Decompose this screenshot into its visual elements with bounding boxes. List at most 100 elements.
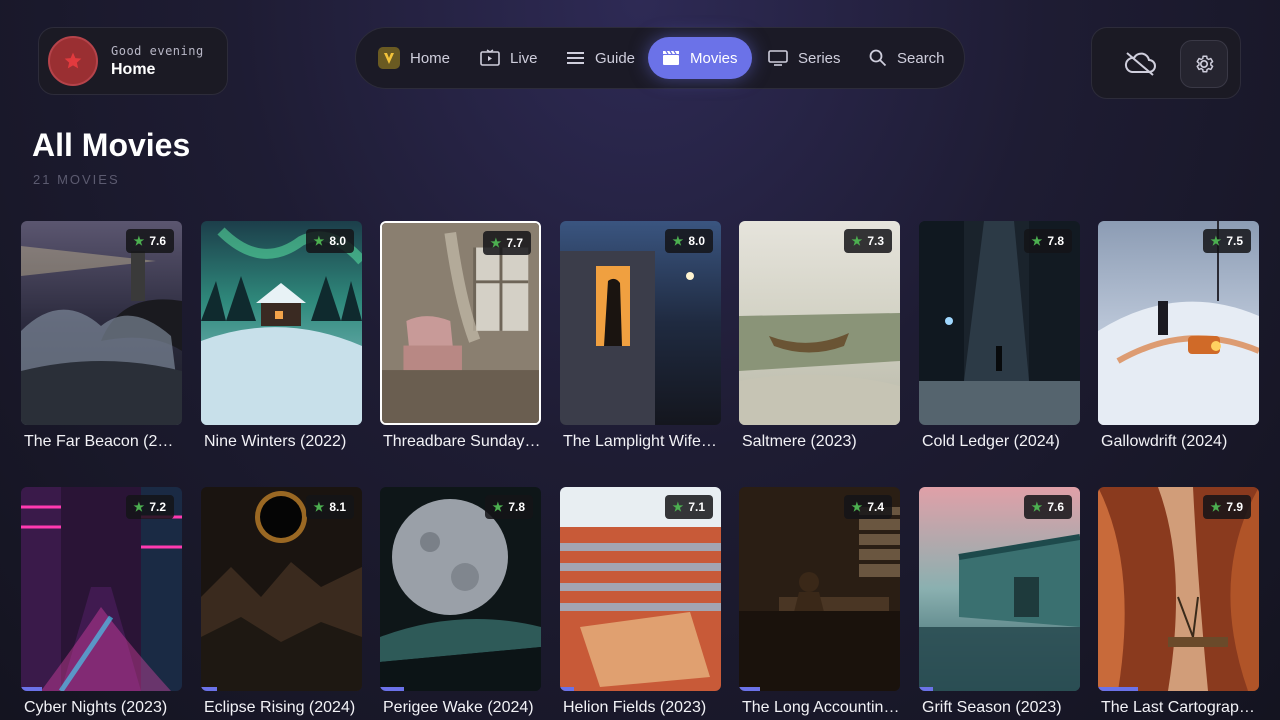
movie-poster: ★ 7.8 <box>919 221 1080 425</box>
settings-button[interactable] <box>1180 40 1228 88</box>
rating-badge: ★ 8.0 <box>305 229 354 253</box>
movie-card[interactable]: ★ 7.6 The Far Beacon (2023) <box>21 221 182 451</box>
rating-badge: ★ 7.6 <box>1023 495 1072 519</box>
star-icon: ★ <box>133 234 145 248</box>
nav-home[interactable]: Home <box>378 37 450 79</box>
nav-movies-label: Movies <box>690 49 738 67</box>
movie-card[interactable]: ★ 8.0 The Lamplight Wife (2023) <box>560 221 721 451</box>
star-icon: ★ <box>672 500 684 514</box>
rating-badge: ★ 7.9 <box>1202 495 1251 519</box>
profile-switcher[interactable]: Good evening Home <box>38 27 228 95</box>
movie-card[interactable]: ★ 7.2 Cyber Nights (2023) <box>21 487 182 717</box>
rating-badge: ★ 7.8 <box>484 495 533 519</box>
movie-title: Perigee Wake (2024) <box>383 699 534 716</box>
watch-progress <box>1098 687 1139 691</box>
rating-badge: ★ 7.7 <box>482 231 531 255</box>
movie-card[interactable]: ★ 7.8 Perigee Wake (2024) <box>380 487 541 717</box>
nav-guide-label: Guide <box>595 49 636 67</box>
nav-movies[interactable]: Movies <box>648 37 752 79</box>
nav-live[interactable]: Live <box>480 37 538 79</box>
nav-home-label: Home <box>410 49 451 67</box>
star-icon: ★ <box>672 234 684 248</box>
movie-poster: ★ 8.0 <box>560 221 721 425</box>
rating-badge: ★ 7.8 <box>1023 229 1072 253</box>
search-icon <box>869 49 887 67</box>
movie-card[interactable]: ★ 7.1 Helion Fields (2023) <box>560 487 721 717</box>
movie-title: Grift Season (2023) <box>922 699 1062 716</box>
rating-badge: ★ 7.5 <box>1202 229 1251 253</box>
movie-count: 21 MOVIES <box>33 172 120 187</box>
star-icon: ★ <box>851 500 863 514</box>
nav-search[interactable]: Search <box>869 37 945 79</box>
rating-badge: ★ 7.2 <box>125 495 174 519</box>
movie-poster: ★ 7.6 <box>919 487 1080 691</box>
movie-title: The Long Accounting (2023) <box>742 699 900 716</box>
sync-button[interactable] <box>1122 48 1158 80</box>
gear-icon <box>1196 55 1214 73</box>
watch-progress <box>201 687 218 691</box>
clapperboard-icon <box>663 50 679 65</box>
rating-value: 8.1 <box>329 500 346 514</box>
rating-value: 7.1 <box>688 500 705 514</box>
greeting-text: Good evening <box>111 43 204 58</box>
movie-poster: ★ 7.4 <box>739 487 900 691</box>
movie-poster: ★ 7.3 <box>739 221 900 425</box>
rating-badge: ★ 7.1 <box>664 495 713 519</box>
nav-series[interactable]: Series <box>768 37 841 79</box>
star-icon: ★ <box>133 500 145 514</box>
nav-search-label: Search <box>897 49 945 67</box>
rating-value: 8.0 <box>688 234 705 248</box>
tv-icon <box>480 49 500 66</box>
movie-card[interactable]: ★ 7.3 Saltmere (2023) <box>739 221 900 451</box>
movie-card[interactable]: ★ 7.5 Gallowdrift (2024) <box>1098 221 1259 451</box>
movie-poster: ★ 7.6 <box>21 221 182 425</box>
profile-avatar <box>48 36 98 86</box>
movie-poster: ★ 7.8 <box>380 487 541 691</box>
star-icon: ★ <box>1210 234 1222 248</box>
monitor-icon <box>768 50 788 66</box>
movie-card[interactable]: ★ 7.4 The Long Accounting (2023) <box>739 487 900 717</box>
rating-badge: ★ 7.3 <box>843 229 892 253</box>
rating-badge: ★ 7.6 <box>125 229 174 253</box>
star-icon: ★ <box>492 500 504 514</box>
star-icon: ★ <box>313 234 325 248</box>
app-logo-icon <box>378 47 400 69</box>
movie-title: The Last Cartographer (2024) <box>1101 699 1259 716</box>
list-icon <box>567 52 584 64</box>
movie-title: Threadbare Sunday (2024) <box>383 433 541 450</box>
star-icon <box>64 52 82 69</box>
movie-card[interactable]: ★ 7.7 Threadbare Sunday (2024) <box>380 221 541 451</box>
main-navigation: Home Live Guide Movies Series Search <box>355 27 965 89</box>
movie-card[interactable]: ★ 7.6 Grift Season (2023) <box>919 487 1080 717</box>
nav-live-label: Live <box>510 49 538 67</box>
rating-value: 7.6 <box>149 234 166 248</box>
movie-title: Nine Winters (2022) <box>204 433 347 450</box>
movie-poster: ★ 8.0 <box>201 221 362 425</box>
rating-value: 7.7 <box>506 236 523 250</box>
rating-value: 7.8 <box>1047 234 1064 248</box>
status-panel <box>1091 27 1241 99</box>
star-icon: ★ <box>1031 500 1043 514</box>
watch-progress <box>919 687 934 691</box>
movie-title: Gallowdrift (2024) <box>1101 433 1228 450</box>
rating-badge: ★ 8.1 <box>305 495 354 519</box>
rating-value: 7.2 <box>149 500 166 514</box>
star-icon: ★ <box>313 500 325 514</box>
watch-progress <box>380 687 405 691</box>
watch-progress <box>21 687 42 691</box>
rating-value: 7.9 <box>1226 500 1243 514</box>
movie-title: Saltmere (2023) <box>742 433 857 450</box>
nav-guide[interactable]: Guide <box>567 37 635 79</box>
rating-value: 7.4 <box>867 500 884 514</box>
movie-card[interactable]: ★ 7.8 Cold Ledger (2024) <box>919 221 1080 451</box>
movie-card[interactable]: ★ 7.9 The Last Cartographer (2024) <box>1098 487 1259 717</box>
page-title: All Movies <box>32 127 191 163</box>
movie-title: The Lamplight Wife (2023) <box>563 433 721 450</box>
movie-card[interactable]: ★ 8.1 Eclipse Rising (2024) <box>201 487 362 717</box>
star-icon: ★ <box>1031 234 1043 248</box>
movie-card[interactable]: ★ 8.0 Nine Winters (2022) <box>201 221 362 451</box>
star-icon: ★ <box>851 234 863 248</box>
movie-poster: ★ 7.1 <box>560 487 721 691</box>
movie-title: The Far Beacon (2023) <box>24 433 182 450</box>
movie-poster: ★ 7.5 <box>1098 221 1259 425</box>
